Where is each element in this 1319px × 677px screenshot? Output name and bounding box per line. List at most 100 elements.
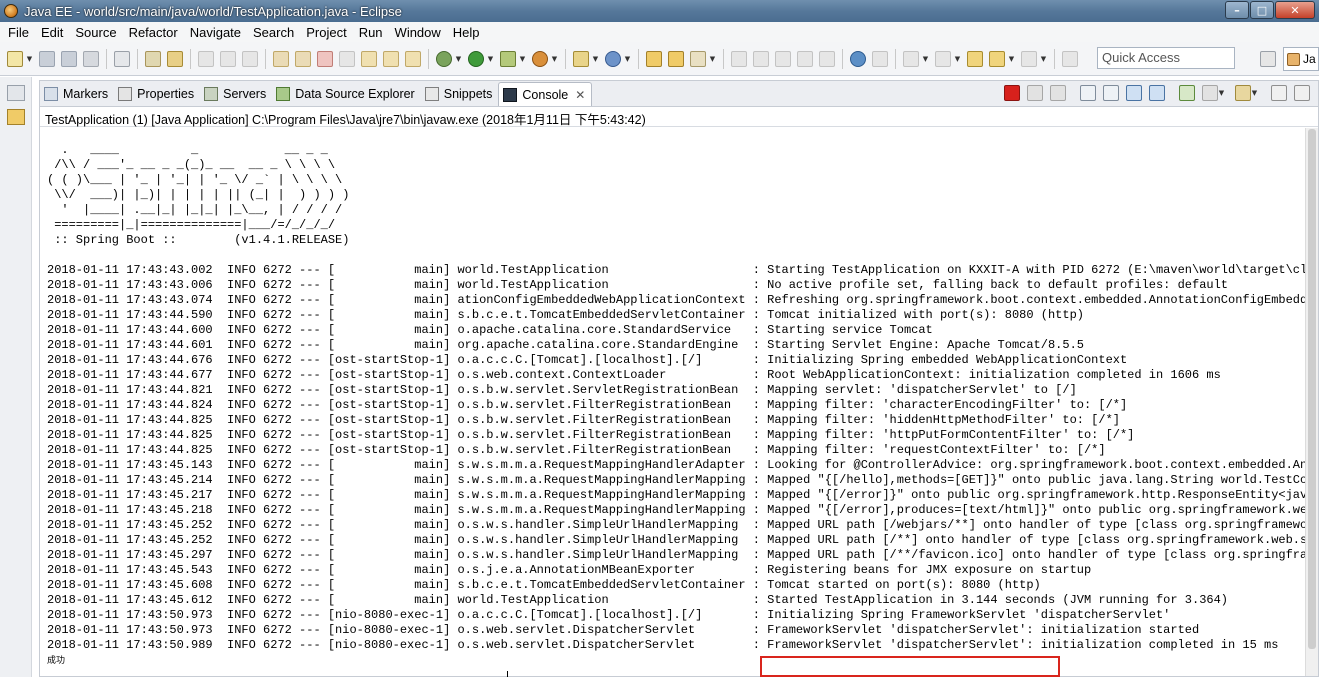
step-over-icon[interactable]: [383, 50, 399, 67]
minimize-button[interactable]: –: [1225, 1, 1249, 19]
menu-source[interactable]: Source: [69, 25, 122, 40]
minimize-view-icon[interactable]: [1271, 85, 1287, 101]
debug-icon[interactable]: [436, 50, 452, 67]
menu-file[interactable]: File: [2, 25, 35, 40]
chevron-down-icon[interactable]: ▼: [624, 51, 631, 67]
external-tools-icon[interactable]: [532, 50, 548, 67]
skip-breakpoints-icon[interactable]: [114, 50, 130, 67]
menu-navigate[interactable]: Navigate: [184, 25, 247, 40]
suspend-icon[interactable]: [295, 50, 311, 67]
restore-icon[interactable]: [7, 85, 25, 101]
maximize-view-icon[interactable]: [1294, 85, 1310, 101]
menu-help[interactable]: Help: [447, 25, 486, 40]
previous-annotation-icon[interactable]: [935, 50, 951, 67]
log-line: 2018-01-11 17:43:45.218 INFO 6272 --- [ …: [47, 503, 1305, 517]
toolbar-separator: [190, 48, 191, 69]
chevron-down-icon[interactable]: ▼: [709, 51, 716, 67]
tab-data-source-explorer[interactable]: Data Source Explorer: [272, 82, 421, 106]
package-explorer-icon[interactable]: [7, 109, 25, 125]
menu-search[interactable]: Search: [247, 25, 300, 40]
chevron-down-icon[interactable]: ▼: [592, 51, 599, 67]
open-folder-icon[interactable]: [646, 50, 662, 67]
disconnect-icon[interactable]: [339, 50, 355, 67]
word-wrap-icon[interactable]: [1126, 85, 1142, 101]
tab-properties[interactable]: Properties: [114, 82, 200, 106]
log-line: 2018-01-11 17:43:43.002 INFO 6272 --- [ …: [47, 263, 1305, 277]
redo-icon[interactable]: [220, 50, 236, 67]
pin-console-icon[interactable]: [1179, 85, 1195, 101]
menu-project[interactable]: Project: [300, 25, 352, 40]
close-window-button[interactable]: ✕: [1275, 1, 1315, 19]
chevron-down-icon[interactable]: ▼: [1040, 51, 1047, 67]
cut-icon[interactable]: [242, 50, 258, 67]
console-output[interactable]: . ____ _ __ _ _ /\\ / ___'_ __ _ _(_)_ _…: [40, 128, 1305, 676]
menu-refactor[interactable]: Refactor: [123, 25, 184, 40]
show-whitespace-icon[interactable]: [797, 50, 813, 67]
chevron-down-icon[interactable]: ▼: [487, 51, 494, 67]
remove-all-terminated-icon[interactable]: [1050, 85, 1066, 101]
toolbar-separator: [265, 48, 266, 69]
forward-icon[interactable]: [1021, 50, 1037, 67]
save-icon[interactable]: [39, 50, 55, 67]
run-icon[interactable]: [468, 50, 484, 67]
chevron-down-icon[interactable]: ▼: [455, 51, 462, 67]
chevron-down-icon[interactable]: ▼: [1008, 51, 1015, 67]
wand-icon[interactable]: [690, 50, 706, 67]
build-icon[interactable]: [872, 50, 888, 67]
open-task-icon[interactable]: [145, 50, 161, 67]
tab-servers[interactable]: Servers: [200, 82, 272, 106]
step-return-icon[interactable]: [405, 50, 421, 67]
window-controls: – □ ✕: [1224, 1, 1315, 19]
coverage-icon[interactable]: [500, 50, 516, 67]
java-ee-perspective-button[interactable]: Ja: [1283, 47, 1319, 71]
last-edit-icon[interactable]: [967, 50, 983, 67]
chevron-down-icon[interactable]: ▼: [519, 51, 526, 67]
scroll-lock-icon[interactable]: [1103, 85, 1119, 101]
toggle-mark-icon[interactable]: [775, 50, 791, 67]
print-icon[interactable]: [83, 50, 99, 67]
scrollbar-thumb[interactable]: [1308, 129, 1316, 649]
terminate-icon[interactable]: [1004, 85, 1020, 101]
open-project-icon[interactable]: [668, 50, 684, 67]
chevron-down-icon[interactable]: ▼: [26, 51, 33, 67]
maximize-button[interactable]: □: [1250, 1, 1274, 19]
tab-snippets[interactable]: Snippets: [421, 82, 499, 106]
show-when-output-icon[interactable]: [1149, 85, 1165, 101]
chevron-down-icon[interactable]: ▼: [1218, 85, 1225, 101]
log-line: 2018-01-11 17:43:45.252 INFO 6272 --- [ …: [47, 518, 1305, 532]
open-perspective-icon[interactable]: [1260, 51, 1276, 67]
chevron-down-icon[interactable]: ▼: [551, 51, 558, 67]
tab-label: Properties: [137, 87, 195, 101]
tab-console[interactable]: Console ✕: [498, 82, 593, 106]
globe-icon[interactable]: [850, 50, 866, 67]
new-web-service-icon[interactable]: [605, 50, 621, 67]
block-select-icon[interactable]: [819, 50, 835, 67]
close-icon[interactable]: ✕: [575, 88, 585, 102]
next-annotation-icon[interactable]: [903, 50, 919, 67]
chevron-down-icon[interactable]: ▼: [922, 51, 929, 67]
tab-markers[interactable]: Markers: [40, 82, 114, 106]
back-icon[interactable]: [989, 50, 1005, 67]
terminate-icon[interactable]: [317, 50, 333, 67]
chevron-down-icon[interactable]: ▼: [954, 51, 961, 67]
menu-edit[interactable]: Edit: [35, 25, 69, 40]
annotation-icon[interactable]: [731, 50, 747, 67]
open-console-icon[interactable]: [1235, 85, 1251, 101]
menu-run[interactable]: Run: [353, 25, 389, 40]
open-type-icon[interactable]: [167, 50, 183, 67]
save-all-icon[interactable]: [61, 50, 77, 67]
pin-icon[interactable]: [753, 50, 769, 67]
new-icon[interactable]: [7, 50, 23, 67]
clear-console-icon[interactable]: [1080, 85, 1096, 101]
console-vertical-scrollbar[interactable]: [1305, 128, 1318, 676]
chevron-down-icon[interactable]: ▼: [1251, 85, 1258, 101]
remove-launch-icon[interactable]: [1027, 85, 1043, 101]
pin-editor-icon[interactable]: [1062, 50, 1078, 67]
new-server-icon[interactable]: [573, 50, 589, 67]
quick-access-input[interactable]: Quick Access: [1097, 47, 1235, 69]
undo-icon[interactable]: [198, 50, 214, 67]
menu-window[interactable]: Window: [389, 25, 447, 40]
resume-icon[interactable]: [273, 50, 289, 67]
display-selected-console-icon[interactable]: [1202, 85, 1218, 101]
step-into-icon[interactable]: [361, 50, 377, 67]
